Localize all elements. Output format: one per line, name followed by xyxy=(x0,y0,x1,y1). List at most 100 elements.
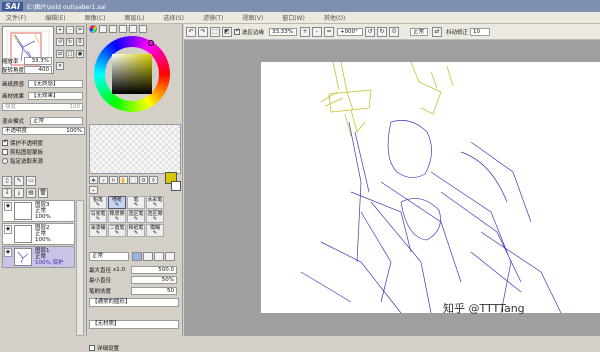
layer-item[interactable]: ◉ 图层2 正常 100% xyxy=(2,223,75,245)
menu-image[interactable]: 图像(C) xyxy=(79,13,119,22)
menu-edit[interactable]: 编辑(E) xyxy=(39,13,78,22)
delete-layer-icon[interactable]: 🗑 xyxy=(38,188,48,198)
new-layer-icon[interactable]: ▯ xyxy=(2,176,12,186)
zoom-icon[interactable]: ⌕ xyxy=(99,176,108,184)
eyedropper-icon[interactable]: ⌁ xyxy=(89,185,98,194)
edge-hard-icon[interactable] xyxy=(132,252,142,261)
tool-blur[interactable]: 模糊 ✎ xyxy=(146,224,164,237)
flip-button[interactable]: ⇄ xyxy=(56,50,64,58)
angle-field[interactable]: +000° xyxy=(337,28,363,36)
menu-select[interactable]: 选择(S) xyxy=(158,13,198,22)
redo-icon[interactable]: ↷ xyxy=(198,27,208,37)
edge-soft-icon[interactable] xyxy=(154,252,164,261)
rgb-slider-icon[interactable] xyxy=(99,25,107,33)
clip-mask-row[interactable]: 剪贴图层蒙板 xyxy=(2,147,85,156)
color-mixer-icon[interactable] xyxy=(119,25,127,33)
rotate-icon[interactable]: ↻ xyxy=(109,176,118,184)
rotate-right-button[interactable]: ↻ xyxy=(66,38,74,46)
new-linework-icon[interactable]: ✎ xyxy=(14,176,24,186)
select-rect-icon[interactable]: ⬚ xyxy=(129,176,138,184)
detail-settings-checkbox[interactable] xyxy=(89,344,95,351)
tool-airbrush[interactable]: 喷枪 ✎ xyxy=(108,196,126,209)
menu-layer[interactable]: 图层(L) xyxy=(119,13,158,22)
clip-mask-checkbox[interactable] xyxy=(2,148,8,155)
tool-marker[interactable]: 马克笔 ✎ xyxy=(89,210,107,223)
zoom-out-button[interactable]: - xyxy=(66,26,74,34)
menu-view[interactable]: 视图(V) xyxy=(236,13,276,22)
opacity-slider[interactable]: 不透明度 100% xyxy=(2,127,85,135)
select-edge-checkbox[interactable] xyxy=(234,27,240,35)
swatches-icon[interactable] xyxy=(129,25,137,33)
rotate-field[interactable]: 400 xyxy=(24,65,52,74)
fit-button[interactable]: □ xyxy=(66,50,74,58)
background-color-swatch[interactable] xyxy=(171,181,181,191)
lasso-icon[interactable]: ʘ xyxy=(139,176,148,184)
menu-file[interactable]: 文件(F) xyxy=(0,13,39,22)
drawing-canvas[interactable] xyxy=(261,61,600,314)
display-mode-select[interactable]: 正常 xyxy=(410,28,428,36)
blend-select[interactable]: 正常 xyxy=(30,116,83,125)
select-source-row[interactable]: 指定选取来源 xyxy=(2,156,85,165)
protect-opacity-row[interactable]: 保护不透明度 xyxy=(2,138,85,147)
menu-window[interactable]: 窗口(W) xyxy=(276,13,318,22)
brush-shape-select[interactable]: 【通常的圆形】 xyxy=(89,298,179,307)
tool-bucket[interactable]: 油漆桶 ✎ xyxy=(89,224,107,237)
layer-item-selected[interactable]: ◉ 图层1 正常 100% 保护 xyxy=(2,246,75,268)
tool-binary-pen[interactable]: 二值笔 ✎ xyxy=(108,224,126,237)
color-wheel[interactable] xyxy=(94,36,170,112)
full-button[interactable]: ▣ xyxy=(76,50,84,58)
color-wheel-mode-icon[interactable] xyxy=(89,25,97,33)
edge-medium-icon[interactable] xyxy=(143,252,153,261)
layer-scrollbar[interactable] xyxy=(76,200,84,336)
menu-other[interactable]: 其他(O) xyxy=(318,13,358,22)
effect-strength-slider[interactable]: 强度 100 xyxy=(2,102,83,111)
rotate-reset-button[interactable]: 0 xyxy=(76,38,84,46)
hsv-slider-icon[interactable] xyxy=(109,25,117,33)
move-icon[interactable]: ✥ xyxy=(89,176,98,184)
saturation-value-square[interactable] xyxy=(112,54,152,94)
zoom-in-button[interactable]: + xyxy=(56,26,64,34)
scratch-pad[interactable] xyxy=(89,124,181,174)
zoom-out-icon[interactable]: - xyxy=(312,27,322,37)
zoom-field[interactable]: 33.3% xyxy=(24,56,52,65)
brush-texture-select[interactable]: 【无材质】 xyxy=(89,320,179,329)
stabilizer-select[interactable]: 10 xyxy=(470,28,490,36)
visibility-eye-icon[interactable]: ◉ xyxy=(4,225,12,234)
rotate-reset-icon[interactable]: 0 xyxy=(389,27,399,37)
transfer-down-icon[interactable]: ↧ xyxy=(2,188,12,198)
zoom-reset-icon[interactable]: = xyxy=(324,27,334,37)
paper-effect-select[interactable]: 【无效果】 xyxy=(28,91,83,100)
rotate-right-icon[interactable]: ↻ xyxy=(377,27,387,37)
hand-icon[interactable]: ✋ xyxy=(119,176,128,184)
detail-settings-row[interactable]: 详细设置 xyxy=(89,343,179,352)
density-field[interactable]: 50 xyxy=(131,286,177,295)
magic-wand-icon[interactable]: ⚲ xyxy=(149,176,158,184)
zoom-in-icon[interactable]: + xyxy=(300,27,310,37)
max-size-field[interactable]: 500.0 xyxy=(131,265,177,274)
tool-pencil[interactable]: 铅笔 ✎ xyxy=(89,196,107,209)
edge-softest-icon[interactable] xyxy=(165,252,175,261)
visibility-eye-icon[interactable]: ◉ xyxy=(4,202,12,211)
layer-item[interactable]: ◉ 图层3 正常 100% xyxy=(2,200,75,222)
tool-brush[interactable]: 笔 ✎ xyxy=(127,196,145,209)
tool-watercolor[interactable]: 水彩笔 ✎ xyxy=(146,196,164,209)
scratchpad-icon[interactable] xyxy=(139,25,147,33)
tool-select-pen[interactable]: 选区笔 ✎ xyxy=(127,210,145,223)
select-edge-toggle[interactable]: 选区边缘 xyxy=(234,27,264,36)
undo-icon[interactable]: ↶ xyxy=(186,27,196,37)
zoom-reset-button[interactable]: = xyxy=(76,26,84,34)
new-folder-icon[interactable]: ▭ xyxy=(26,176,36,186)
flip-horizontal-icon[interactable]: ⇄ xyxy=(432,27,442,37)
deselect-icon[interactable]: ⬚ xyxy=(210,27,220,37)
tool-eraser[interactable]: 橡皮擦 ✎ xyxy=(108,210,126,223)
nav-extra-button[interactable]: × xyxy=(56,62,64,70)
rotate-left-icon[interactable]: ↺ xyxy=(365,27,375,37)
select-source-radio[interactable] xyxy=(2,157,8,164)
paper-texture-select[interactable]: 【无质感】 xyxy=(28,79,83,88)
invert-selection-icon[interactable]: ◩ xyxy=(222,27,232,37)
menu-filter[interactable]: 滤镜(T) xyxy=(197,13,236,22)
zoom-field[interactable]: 33.33% xyxy=(269,28,297,36)
brush-mode-select[interactable]: 正常 xyxy=(89,252,129,261)
tool-washi-pen[interactable]: 和纸笔 ✎ xyxy=(127,224,145,237)
tool-select-eraser[interactable]: 选区擦 ✎ xyxy=(146,210,164,223)
